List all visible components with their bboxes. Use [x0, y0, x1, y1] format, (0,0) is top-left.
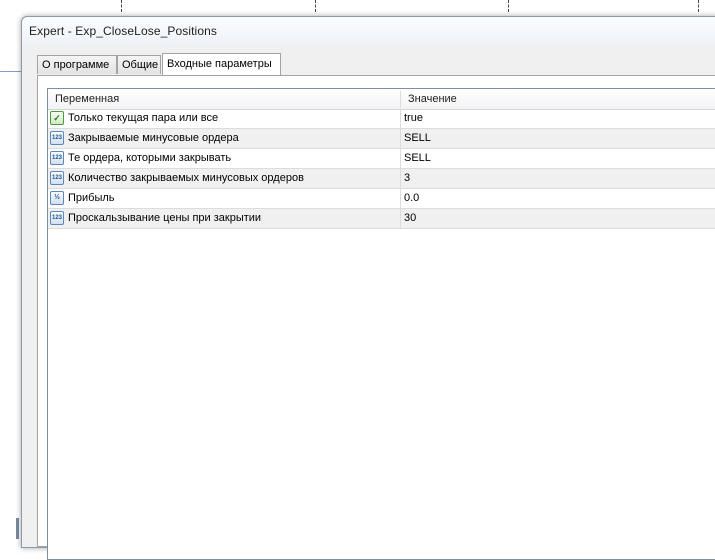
parameter-name: Закрываемые минусовые ордера — [68, 132, 239, 144]
tab-input-parameters[interactable]: Входные параметры — [162, 53, 281, 75]
table-row[interactable]: 123 Количество закрываемых минусовых орд… — [48, 169, 715, 189]
cell-separator — [400, 109, 401, 128]
cell-separator — [400, 209, 401, 228]
window-title: Expert - Exp_CloseLose_Positions — [29, 24, 217, 38]
table-row[interactable]: 123 Проскальзывание цены при закрытии 30 — [48, 209, 715, 229]
column-header-variable[interactable]: Переменная — [48, 89, 119, 109]
chart-grid-line — [698, 0, 699, 12]
tab-panel: Переменная Значение ✓ Только текущая пар… — [37, 75, 715, 560]
cell-separator — [400, 169, 401, 188]
parameter-name: Проскальзывание цены при закрытии — [68, 212, 262, 224]
int-icon: 123 — [50, 211, 64, 225]
title-bar[interactable]: Expert - Exp_CloseLose_Positions — [22, 17, 715, 45]
cell-separator — [400, 189, 401, 208]
column-header-value[interactable]: Значение — [401, 89, 457, 109]
cell-separator — [400, 149, 401, 168]
bool-icon: ✓ — [50, 111, 64, 125]
cell-separator — [400, 129, 401, 148]
parameter-name: Те ордера, которыми закрывать — [68, 152, 232, 164]
table-row[interactable]: 123 Закрываемые минусовые ордера SELL — [48, 129, 715, 149]
table-row[interactable]: ½ Прибыль 0.0 — [48, 189, 715, 209]
parameter-value[interactable]: 0.0 — [404, 189, 419, 208]
parameter-value[interactable]: SELL — [404, 149, 431, 168]
chart-edge — [16, 518, 19, 539]
tab-about[interactable]: О программе — [37, 55, 117, 74]
parameters-table[interactable]: Переменная Значение ✓ Только текущая пар… — [47, 88, 715, 560]
chart-grid-line — [315, 0, 316, 12]
parameter-value[interactable]: true — [404, 109, 423, 128]
chart-line — [0, 71, 22, 72]
parameter-name: Прибыль — [68, 192, 115, 204]
parameter-value[interactable]: SELL — [404, 129, 431, 148]
parameter-value[interactable]: 30 — [404, 209, 416, 228]
int-icon: 123 — [50, 131, 64, 145]
tab-common[interactable]: Общие — [117, 55, 161, 74]
expert-dialog: Expert - Exp_CloseLose_Positions О прогр… — [21, 16, 715, 560]
chart-grid-line — [121, 0, 122, 12]
parameter-name: Количество закрываемых минусовых ордеров — [68, 172, 304, 184]
double-icon: ½ — [50, 191, 64, 205]
table-row[interactable]: ✓ Только текущая пара или все true — [48, 109, 715, 129]
int-icon: 123 — [50, 151, 64, 165]
table-header: Переменная Значение — [48, 89, 715, 110]
chart-grid-line — [508, 0, 509, 12]
int-icon: 123 — [50, 171, 64, 185]
parameter-value[interactable]: 3 — [404, 169, 410, 188]
table-row[interactable]: 123 Те ордера, которыми закрывать SELL — [48, 149, 715, 169]
parameter-name: Только текущая пара или все — [68, 112, 219, 124]
